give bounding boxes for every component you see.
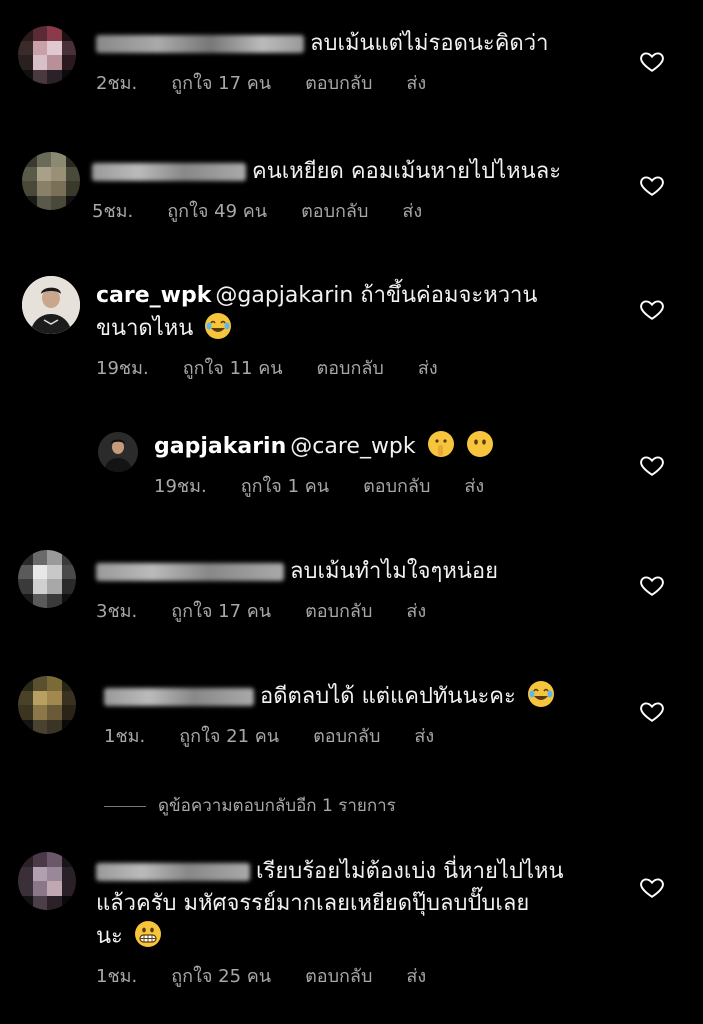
heart-icon[interactable]: [639, 296, 665, 322]
obscured-username[interactable]: [96, 563, 284, 581]
pixelated-avatar: [18, 852, 76, 910]
divider: [104, 805, 146, 807]
avatar[interactable]: [18, 852, 76, 910]
send-button[interactable]: ส่ง: [414, 726, 434, 747]
avatar[interactable]: [18, 550, 76, 608]
reply-button[interactable]: ตอบกลับ: [317, 358, 384, 379]
comment-text: ลบเม้นแต่ไม่รอดนะคิดว่า: [310, 31, 549, 56]
comment-time: 19ชม.: [96, 358, 149, 379]
grimacing-emoji-icon: [134, 920, 162, 948]
obscured-username[interactable]: [92, 163, 246, 181]
reply-button[interactable]: ตอบกลับ: [301, 201, 368, 222]
comment-text: คนเหยียด คอมเม้นหายไปไหนละ: [252, 159, 562, 184]
reply-button[interactable]: ตอบกลับ: [363, 476, 430, 497]
avatar[interactable]: [22, 276, 80, 334]
username-link[interactable]: care_wpk: [96, 283, 211, 308]
comment-text-line-2: แล้วครับ มหัศจรรย์มากเลยเหยียดปุ๊บลบปั๊บ…: [96, 891, 530, 916]
comment-text: @care_wpk: [290, 434, 416, 459]
reply-button[interactable]: ตอบกลับ: [305, 601, 372, 622]
comment-text: อดีตลบได้ แต่แคปทันนะคะ: [260, 684, 516, 709]
reply-button[interactable]: ตอบกลับ: [313, 726, 380, 747]
pixelated-avatar: [18, 676, 76, 734]
no-mouth-face-emoji-icon: [466, 430, 494, 458]
heart-icon[interactable]: [639, 48, 665, 74]
pixelated-avatar: [18, 550, 76, 608]
heart-icon[interactable]: [639, 572, 665, 598]
send-button[interactable]: ส่ง: [406, 601, 426, 622]
pixelated-avatar: [18, 26, 76, 84]
comment-text-line-1: เรียบร้อยไม่ต้องเบ่ง นี่หายไปไหน: [256, 859, 564, 884]
avatar[interactable]: [98, 432, 138, 472]
like-count[interactable]: ถูกใจ 17 คน: [171, 601, 271, 622]
view-more-replies-label: ดูข้อความตอบกลับอีก 1 รายการ: [158, 796, 396, 816]
like-count[interactable]: ถูกใจ 11 คน: [183, 358, 283, 379]
avatar[interactable]: [22, 152, 80, 210]
avatar[interactable]: [18, 26, 76, 84]
profile-photo: [98, 432, 138, 472]
comment-text-line-1: @gapjakarin ถ้าขึ้นค่อมจะหวาน: [215, 283, 538, 308]
heart-icon[interactable]: [639, 698, 665, 724]
comment-time: 3ชม.: [96, 601, 138, 622]
obscured-username[interactable]: [96, 863, 250, 881]
comment-text: ลบเม้นทำไมใจๆหน่อย: [290, 559, 499, 584]
like-count[interactable]: ถูกใจ 17 คน: [171, 73, 271, 94]
reply-button[interactable]: ตอบกลับ: [305, 73, 372, 94]
send-button[interactable]: ส่ง: [406, 73, 426, 94]
send-button[interactable]: ส่ง: [418, 358, 438, 379]
joy-emoji-icon: [527, 680, 555, 708]
send-button[interactable]: ส่ง: [406, 966, 426, 987]
shushing-face-emoji-icon: [427, 430, 455, 458]
like-count[interactable]: ถูกใจ 25 คน: [171, 966, 271, 987]
heart-icon[interactable]: [639, 874, 665, 900]
comment-time: 2ชม.: [96, 73, 138, 94]
comment-time: 1ชม.: [104, 726, 146, 747]
joy-emoji-icon: [204, 312, 232, 340]
pixelated-avatar: [22, 152, 80, 210]
like-count[interactable]: ถูกใจ 21 คน: [179, 726, 279, 747]
obscured-username[interactable]: [104, 688, 254, 706]
view-more-replies-button[interactable]: ดูข้อความตอบกลับอีก 1 รายการ: [104, 792, 396, 819]
heart-icon[interactable]: [639, 172, 665, 198]
like-count[interactable]: ถูกใจ 1 คน: [241, 476, 329, 497]
comment-time: 19ชม.: [154, 476, 207, 497]
comment-time: 5ชม.: [92, 201, 134, 222]
like-count[interactable]: ถูกใจ 49 คน: [167, 201, 267, 222]
avatar[interactable]: [18, 676, 76, 734]
username-link[interactable]: gapjakarin: [154, 434, 286, 459]
send-button[interactable]: ส่ง: [464, 476, 484, 497]
obscured-username[interactable]: [96, 35, 304, 53]
comment-time: 1ชม.: [96, 966, 138, 987]
profile-photo: [22, 276, 80, 334]
heart-icon[interactable]: [639, 452, 665, 478]
send-button[interactable]: ส่ง: [402, 201, 422, 222]
reply-button[interactable]: ตอบกลับ: [305, 966, 372, 987]
comment-text-line-2: ขนาดไหน: [96, 316, 194, 341]
comment-text-line-3: นะ: [96, 924, 123, 949]
